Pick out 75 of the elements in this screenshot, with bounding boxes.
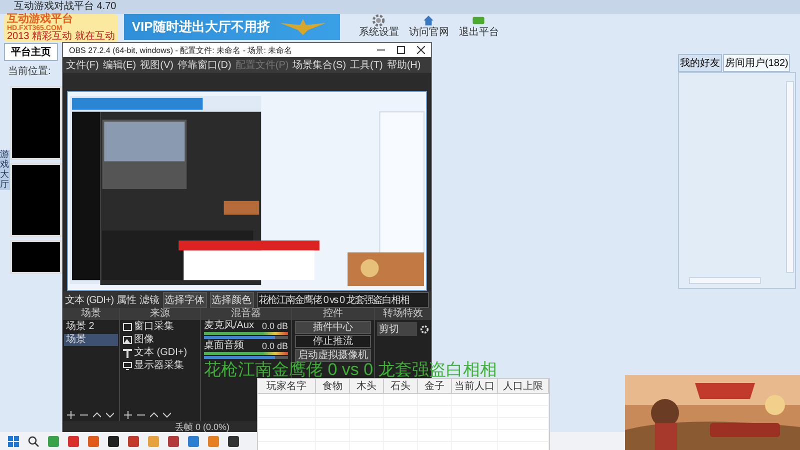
menu-item[interactable]: 场景集合(S): [292, 58, 346, 72]
search-icon[interactable]: [28, 436, 39, 446]
level-reading: 0.0 dB: [262, 321, 288, 331]
wings-emblem-icon: [278, 17, 328, 37]
filters-button[interactable]: 滤镜: [140, 292, 160, 306]
menu-item[interactable]: 文件(F): [66, 58, 99, 72]
status-text: 丢帧 0 (0.0%): [175, 421, 230, 433]
source-item[interactable]: 显示器采集: [121, 360, 199, 372]
side-tab[interactable]: 游戏大厅: [0, 150, 10, 190]
menu-item[interactable]: 停靠窗口(D): [177, 58, 232, 72]
add-icon[interactable]: [67, 411, 75, 419]
toolbar-button[interactable]: 退出平台: [456, 14, 502, 38]
window-icon: [123, 323, 132, 331]
down-icon[interactable]: [163, 411, 171, 419]
app-icon[interactable]: [108, 436, 119, 446]
text-input-field[interactable]: 花枪江南金鹰佬 0 vs 0 龙套强盗白相相: [256, 292, 429, 308]
gear-icon[interactable]: [420, 324, 429, 334]
up-icon[interactable]: [93, 411, 101, 419]
column-header[interactable]: 木头: [350, 379, 384, 393]
scrollbar[interactable]: [689, 277, 761, 284]
column-header[interactable]: 食物: [316, 379, 350, 393]
source-item[interactable]: 图像: [121, 334, 199, 346]
monitor-icon: [123, 362, 132, 370]
column-header[interactable]: 金子: [418, 379, 452, 393]
column-header[interactable]: 当前人口: [452, 379, 498, 393]
dock-header: 来源: [120, 308, 200, 320]
close-icon[interactable]: [417, 46, 425, 54]
column-header[interactable]: 人口上限: [498, 379, 549, 393]
breadcrumb: 当前位置:: [8, 66, 51, 77]
maximize-icon[interactable]: [397, 46, 405, 54]
down-icon[interactable]: [106, 411, 114, 419]
column-header[interactable]: 石头: [384, 379, 418, 393]
menu-item[interactable]: 帮助(H): [386, 58, 421, 72]
control-button[interactable]: 停止推流: [295, 335, 371, 348]
column-header[interactable]: 玩家名字: [258, 379, 316, 393]
toolbar-button[interactable]: 系统设置: [356, 14, 402, 38]
scrollbar[interactable]: [786, 81, 794, 273]
scene-item[interactable]: 场景 2: [64, 321, 118, 333]
dock-header: 混音器: [201, 308, 291, 320]
source-item[interactable]: 窗口采集: [121, 321, 199, 333]
volume-slider[interactable]: [204, 356, 288, 359]
scene-item[interactable]: 场景: [64, 334, 118, 346]
up-icon[interactable]: [150, 411, 158, 419]
game-panel: [10, 240, 62, 274]
channel-name: 麦克风/Aux: [204, 321, 254, 331]
level-reading: 0.0 dB: [262, 341, 288, 351]
user-tab[interactable]: 我的好友: [678, 54, 722, 72]
color-button[interactable]: 选择颜色: [210, 292, 254, 308]
font-button[interactable]: 选择字体: [162, 292, 207, 308]
windows-icon[interactable]: [8, 436, 19, 446]
app-icon[interactable]: [228, 436, 239, 446]
toolbar-button[interactable]: 访问官网: [406, 14, 452, 38]
dock-header: 场景: [63, 308, 119, 320]
add-icon[interactable]: [124, 411, 132, 419]
menu-item[interactable]: 视图(V): [140, 58, 174, 72]
text-icon: [123, 348, 132, 358]
menu-item[interactable]: 工具(T): [350, 58, 383, 72]
window-title: 互动游戏对战平台 4.70: [14, 1, 116, 12]
properties-button[interactable]: 属性: [116, 292, 137, 306]
window-title: OBS 27.2.4 (64-bit, windows) - 配置文件: 未命名 - 场景: 未命名: [69, 44, 292, 56]
menu-item[interactable]: 编辑(E): [102, 58, 136, 72]
volume-slider[interactable]: [204, 336, 288, 339]
dock-header: 控件: [292, 308, 374, 320]
source-label: 文本 (GDI+): [65, 294, 114, 306]
gear-icon: [372, 14, 386, 27]
source-item[interactable]: 文本 (GDI+): [121, 347, 199, 359]
control-button[interactable]: 插件中心: [295, 321, 371, 334]
platform-tab[interactable]: 平台主页: [4, 43, 58, 61]
image-icon: [123, 336, 132, 344]
channel-name: 桌面音频: [204, 341, 244, 351]
user-tab[interactable]: 房间用户(182): [723, 54, 790, 72]
transition-dropdown[interactable]: 剪切: [377, 322, 417, 336]
dock-header: 转场特效: [375, 308, 431, 320]
house-icon: [422, 14, 436, 27]
control-button[interactable]: 启动虚拟摄像机: [295, 349, 371, 362]
